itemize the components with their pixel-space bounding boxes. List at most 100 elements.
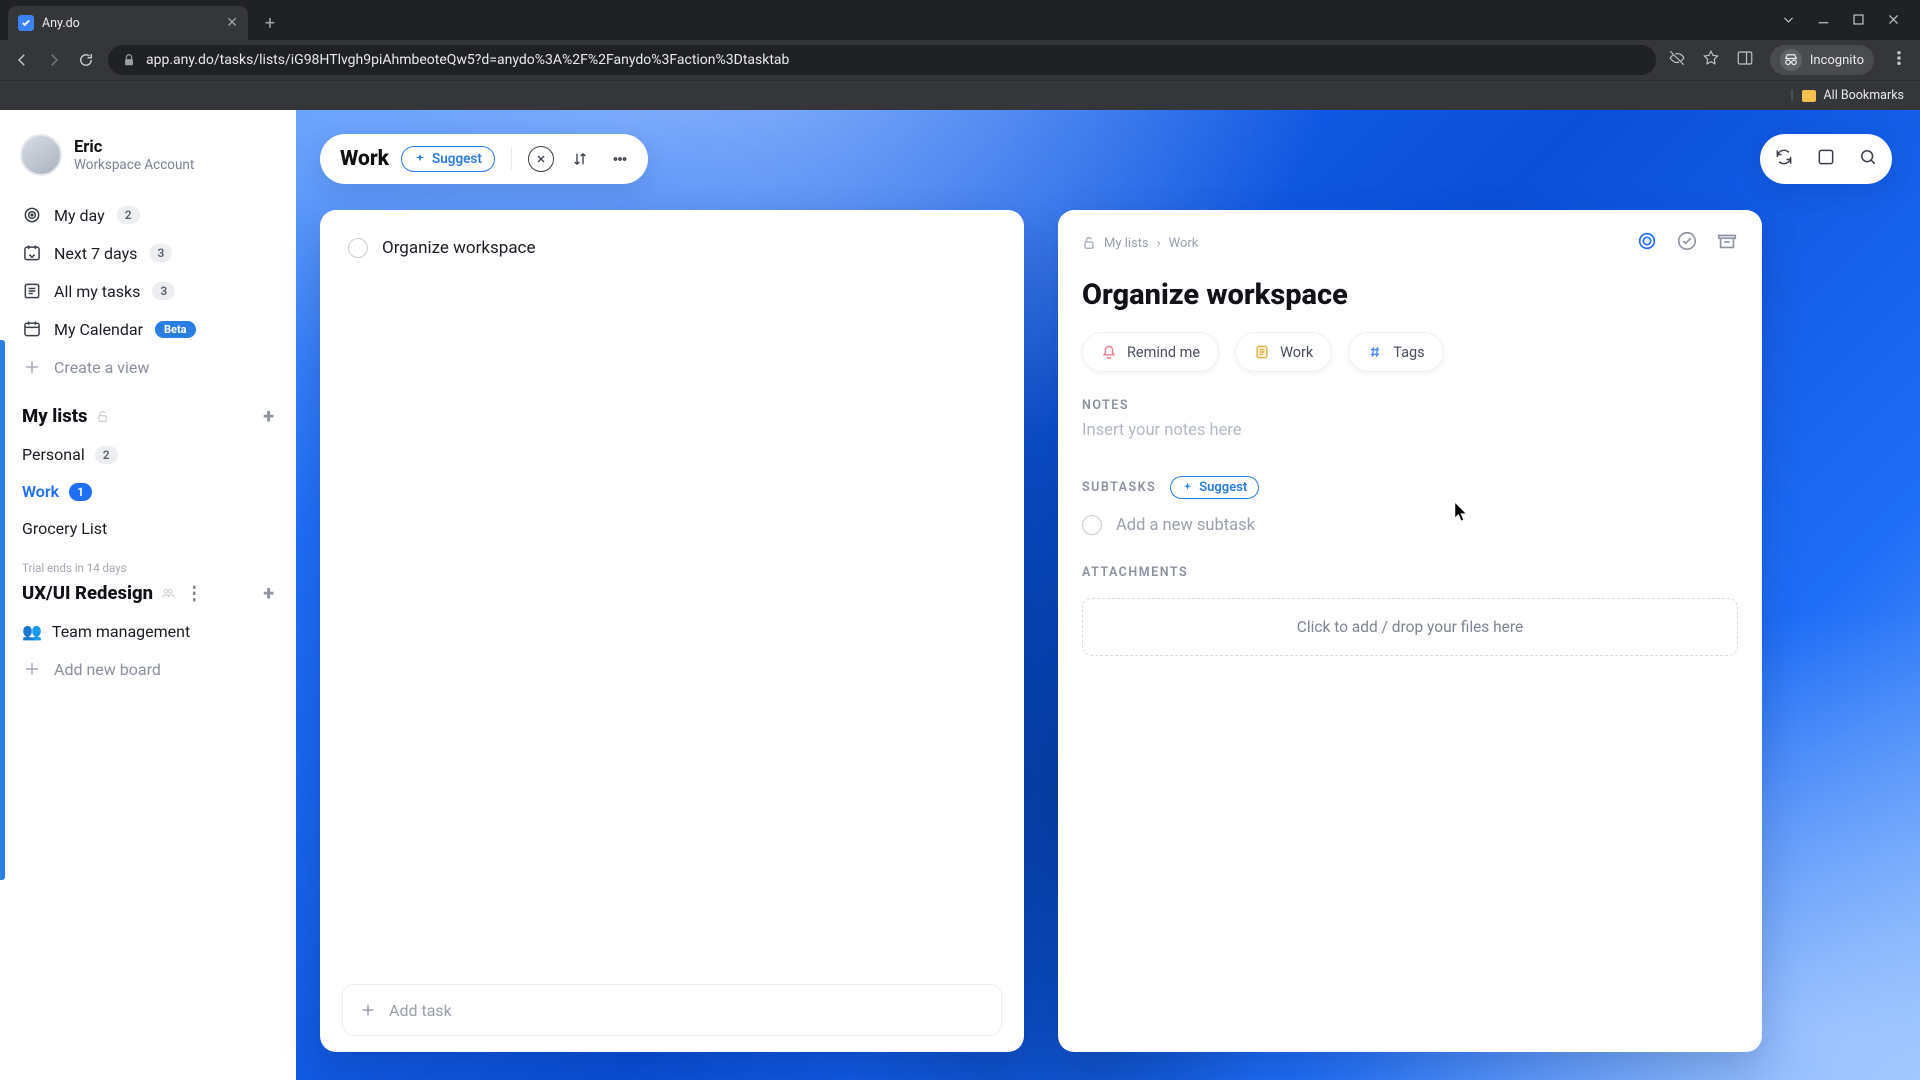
remind-me-chip[interactable]: Remind me (1082, 332, 1219, 372)
window-maximize-icon[interactable] (1852, 11, 1865, 30)
notes-label: NOTES (1082, 398, 1738, 413)
subtask-checkbox[interactable] (1082, 515, 1102, 535)
add-new-board[interactable]: Add new board (12, 650, 284, 688)
my-lists-header: My lists + (12, 386, 284, 436)
workspace-name: UX/UI Redesign (22, 582, 153, 604)
board-team-management[interactable]: 👥 Team management (12, 613, 284, 650)
sort-button[interactable] (566, 145, 594, 173)
chrome-menu-icon[interactable] (1890, 49, 1908, 71)
url-text: app.any.do/tasks/lists/iG98HTlvgh9piAhmb… (146, 52, 789, 68)
new-tab-button[interactable]: + (256, 9, 284, 37)
breadcrumb-leaf: Work (1169, 236, 1199, 251)
window-minimize-icon[interactable] (1817, 11, 1830, 30)
list-icon (22, 281, 42, 301)
profile-name: Eric (74, 138, 194, 157)
search-button[interactable] (1858, 147, 1878, 171)
my-lists-heading: My lists (22, 405, 88, 427)
nav-my-day-label: My day (54, 206, 105, 225)
bookmark-star-icon[interactable] (1702, 49, 1720, 71)
browser-back-button[interactable] (12, 51, 32, 69)
archive-task-button[interactable] (1716, 230, 1738, 256)
nav-next-7-days[interactable]: Next 7 days 3 (12, 234, 284, 272)
plus-icon (22, 357, 42, 377)
browser-reload-button[interactable] (76, 51, 96, 69)
plus-icon (359, 1001, 377, 1019)
incognito-icon (1780, 49, 1802, 71)
nav-my-day-count: 2 (117, 206, 140, 224)
avatar (20, 134, 62, 176)
add-task-input[interactable]: Add task (342, 984, 1002, 1036)
nav-next7-label: Next 7 days (54, 244, 137, 263)
calendar-icon (22, 319, 42, 339)
add-task-placeholder: Add task (389, 1001, 452, 1020)
all-bookmarks-button[interactable]: All Bookmarks (1824, 88, 1905, 103)
nav-all-tasks[interactable]: All my tasks 3 (12, 272, 284, 310)
view-toggle-button[interactable] (1816, 147, 1836, 171)
task-checkbox[interactable] (348, 238, 368, 258)
nav-next7-count: 3 (149, 244, 172, 262)
filter-clear-button[interactable] (528, 146, 554, 172)
side-panel-icon[interactable] (1736, 49, 1754, 71)
workspace-header[interactable]: UX/UI Redesign ⋮ + (12, 577, 284, 613)
task-row[interactable]: Organize workspace (342, 232, 1002, 264)
tags-chip[interactable]: Tags (1348, 332, 1443, 372)
bookmarks-folder-icon (1802, 90, 1816, 102)
task-title: Organize workspace (382, 238, 535, 258)
calendar-next-icon (22, 243, 42, 263)
list-chip[interactable]: Work (1235, 332, 1332, 372)
list-title[interactable]: Work (340, 147, 389, 171)
workspace-menu-icon[interactable]: ⋮ (185, 582, 204, 604)
window-close-icon[interactable] (1887, 11, 1900, 30)
hash-icon (1367, 344, 1383, 360)
add-list-button[interactable]: + (263, 404, 274, 428)
breadcrumb-root: My lists (1104, 236, 1149, 251)
focus-toggle-button[interactable] (1636, 230, 1658, 256)
attachments-label: ATTACHMENTS (1082, 565, 1738, 580)
note-icon (1254, 344, 1270, 360)
nav-my-day[interactable]: My day 2 (12, 196, 284, 234)
subtasks-suggest-button[interactable]: Suggest (1170, 476, 1259, 499)
nav-create-view-label: Create a view (54, 358, 149, 377)
attachments-dropzone[interactable]: Click to add / drop your files here (1082, 598, 1738, 656)
task-detail-title[interactable]: Organize workspace (1082, 278, 1738, 312)
people-emoji-icon: 👥 (22, 622, 42, 641)
profile-button[interactable]: Eric Workspace Account (12, 128, 284, 190)
incognito-label: Incognito (1810, 53, 1864, 68)
browser-tab[interactable]: Any.do ✕ (8, 6, 248, 40)
browser-forward-button (44, 51, 64, 69)
list-item-work[interactable]: Work 1 (12, 473, 284, 510)
tab-favicon (18, 15, 34, 31)
ai-suggest-button[interactable]: Suggest (401, 146, 495, 172)
sparkle-icon (1182, 482, 1193, 493)
list-item-personal[interactable]: Personal 2 (12, 436, 284, 473)
nav-my-calendar[interactable]: My Calendar Beta (12, 310, 284, 348)
lock-icon (122, 53, 136, 67)
trial-note: Trial ends in 14 days (12, 547, 284, 577)
add-workspace-button[interactable]: + (263, 581, 274, 605)
people-icon (161, 586, 175, 600)
notes-input[interactable]: Insert your notes here (1082, 421, 1738, 440)
list-item-grocery[interactable]: Grocery List (12, 510, 284, 547)
incognito-profile-button[interactable]: Incognito (1770, 45, 1874, 75)
eye-off-icon[interactable] (1668, 49, 1686, 71)
address-bar[interactable]: app.any.do/tasks/lists/iG98HTlvgh9piAhmb… (108, 45, 1656, 75)
breadcrumb[interactable]: My lists › Work (1082, 236, 1198, 251)
tabs-dropdown-icon[interactable] (1782, 11, 1795, 30)
add-board-label: Add new board (54, 660, 161, 679)
add-subtask-input[interactable]: Add a new subtask (1082, 515, 1738, 535)
list-label: Grocery List (22, 519, 107, 538)
list-count: 1 (69, 483, 92, 501)
task-detail-panel: My lists › Work Organize workspace Remin… (1058, 210, 1762, 1052)
bell-icon (1101, 344, 1117, 360)
sync-button[interactable] (1774, 147, 1794, 171)
task-list-panel: Organize workspace Add task (320, 210, 1024, 1052)
bookmarks-separator: | (1790, 88, 1793, 103)
target-icon (22, 205, 42, 225)
more-menu-button[interactable] (606, 145, 634, 173)
nav-alltasks-label: All my tasks (54, 282, 140, 301)
plus-icon (22, 659, 42, 679)
nav-create-view[interactable]: Create a view (12, 348, 284, 386)
tab-close-icon[interactable]: ✕ (226, 15, 238, 31)
sidebar: Eric Workspace Account My day 2 Next 7 d… (0, 110, 296, 1080)
complete-task-button[interactable] (1676, 230, 1698, 256)
